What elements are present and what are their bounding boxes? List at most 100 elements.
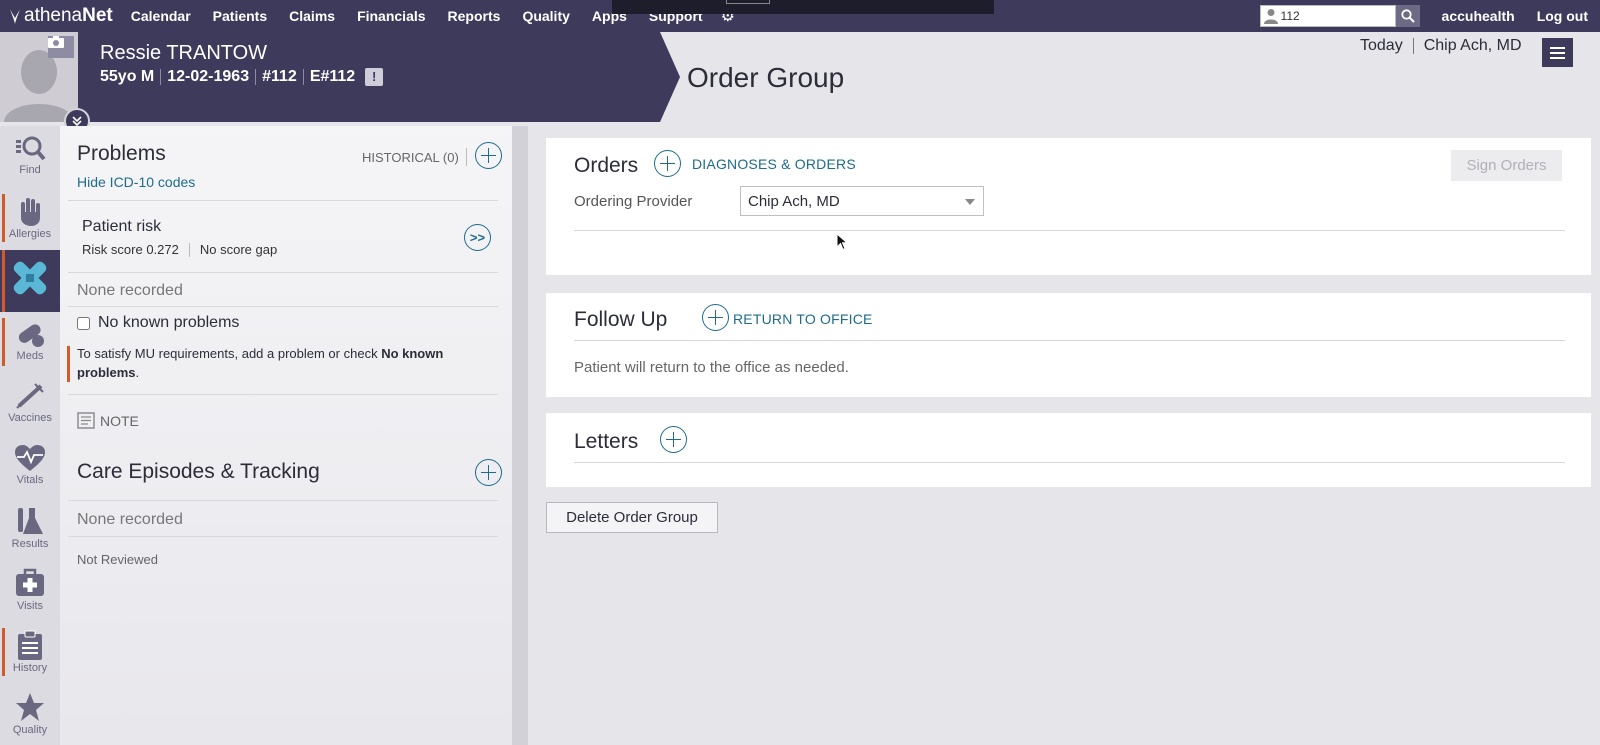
brand-athena: athena [24, 5, 83, 26]
search-button[interactable] [1395, 5, 1420, 27]
top-nav: athena Net Calendar Patients Claims Finan… [0, 0, 1600, 32]
overlay-bar [612, 0, 994, 14]
chart-sidebar: Find Allergies Meds Vaccines Vitals Resu… [0, 126, 60, 745]
no-known-problems[interactable]: No known problems [77, 314, 239, 332]
heart-pulse-icon [15, 445, 45, 471]
rail-find-label: Find [19, 164, 41, 176]
encounter-info: Today Chip Ach, MD [1360, 37, 1522, 55]
rail-visits-label: Visits [16, 600, 44, 612]
add-care-episode-icon[interactable] [475, 459, 502, 486]
care-episodes-title: Care Episodes & Tracking [77, 460, 320, 483]
rail-meds[interactable]: Meds [0, 312, 60, 374]
ordering-provider-value: Chip Ach, MD [748, 192, 840, 210]
delete-order-group-button[interactable]: Delete Order Group [546, 502, 718, 533]
rail-results[interactable]: Results [0, 498, 60, 560]
no-known-problems-checkbox[interactable] [77, 316, 90, 330]
sign-orders-button[interactable]: Sign Orders [1451, 150, 1562, 181]
camera-icon[interactable] [48, 36, 74, 58]
pill-icon [18, 324, 44, 347]
not-reviewed-status: Not Reviewed [77, 552, 158, 567]
nav-quality[interactable]: Quality [522, 8, 569, 24]
rail-find[interactable]: Find [0, 126, 60, 188]
caret-down-icon [965, 199, 975, 205]
star-icon [16, 693, 44, 721]
rail-vaccines[interactable]: Vaccines [0, 374, 60, 436]
avatar[interactable] [0, 32, 78, 122]
risk-score-value: 0.272 [146, 242, 179, 257]
follow-up-title: Follow Up [574, 308, 668, 331]
patient-name[interactable]: Ressie TRANTOW [100, 42, 267, 65]
logout-link[interactable]: Log out [1537, 8, 1588, 24]
problems-panel: Problems Hide ICD-10 codes HISTORICAL (0… [60, 126, 528, 745]
rail-history[interactable]: History [0, 622, 60, 684]
rail-problems[interactable] [0, 250, 60, 312]
patient-meta: 55yo M 12-02-1963 #112 E#112 ! [100, 68, 384, 86]
add-letter-icon[interactable] [660, 426, 687, 453]
rail-allergies[interactable]: Allergies [0, 188, 60, 250]
risk-score-label: Risk score [82, 242, 143, 257]
diagnoses-orders-link[interactable]: DIAGNOSES & ORDERS [692, 156, 856, 172]
note-icon [77, 412, 95, 429]
athenanet-logo[interactable]: athena Net [8, 0, 113, 32]
rail-allergies-label: Allergies [8, 228, 52, 240]
double-chevron-right-icon[interactable]: >> [464, 224, 491, 251]
mu-warning-bar [67, 346, 70, 382]
no-known-problems-label: No known problems [98, 314, 240, 331]
patient-age-sex: 55yo M [100, 68, 155, 85]
practice-name[interactable]: accuhealth [1442, 8, 1515, 24]
clipboard-icon [18, 630, 42, 660]
nav-patients[interactable]: Patients [213, 8, 267, 24]
risk-score-line: Risk score 0.272 No score gap [82, 242, 277, 257]
rail-results-label: Results [11, 538, 49, 550]
rail-quality[interactable]: Quality [0, 684, 60, 745]
patient-search[interactable] [1259, 5, 1396, 27]
historical-link[interactable]: HISTORICAL (0) [362, 150, 459, 165]
note-button[interactable]: NOTE [77, 412, 139, 429]
rail-meds-label: Meds [16, 350, 44, 362]
person-icon [1261, 6, 1281, 26]
alert-icon[interactable]: ! [365, 68, 384, 86]
add-problem-icon[interactable] [475, 142, 502, 169]
ordering-provider-select[interactable]: Chip Ach, MD [740, 186, 984, 216]
rail-vitals[interactable]: Vitals [0, 436, 60, 498]
patient-enterprise-id: E#112 [309, 68, 356, 85]
panel-divider[interactable] [512, 126, 528, 745]
mu-warning: To satisfy MU requirements, add a proble… [77, 344, 497, 382]
care-none-recorded: None recorded [77, 511, 183, 528]
nav-calendar[interactable]: Calendar [131, 8, 191, 24]
encounter-date: Today [1360, 37, 1403, 54]
add-follow-up-icon[interactable] [702, 304, 729, 331]
brand-net: Net [82, 5, 113, 26]
rail-vaccines-label: Vaccines [8, 412, 52, 424]
flask-icon [18, 508, 43, 534]
nav-claims[interactable]: Claims [289, 8, 335, 24]
hide-icd-link[interactable]: Hide ICD-10 codes [77, 174, 195, 190]
orders-title: Orders [574, 154, 639, 177]
nav-financials[interactable]: Financials [357, 8, 425, 24]
patient-id: #112 [262, 68, 297, 85]
page-title: Order Group [687, 62, 845, 93]
letters-card: Letters [546, 413, 1591, 487]
patient-risk-title: Patient risk [82, 218, 162, 235]
search-input[interactable] [1280, 9, 1389, 23]
add-order-icon[interactable] [654, 150, 681, 177]
rail-quality-label: Quality [12, 724, 48, 736]
find-icon [16, 136, 46, 161]
follow-up-text: Patient will return to the office as nee… [574, 359, 849, 376]
follow-up-card: Follow Up RETURN TO OFFICE Patient will … [546, 293, 1591, 397]
mu-text-a: To satisfy MU requirements, add a proble… [77, 346, 382, 361]
mouse-cursor-icon [836, 233, 848, 251]
risk-gap: No score gap [199, 242, 278, 257]
note-label: NOTE [100, 412, 139, 429]
encounter-provider: Chip Ach, MD [1423, 37, 1522, 54]
rail-visits[interactable]: Visits [0, 560, 60, 622]
hand-icon [21, 198, 40, 226]
patient-dob: 12-02-1963 [167, 68, 250, 85]
nav-reports[interactable]: Reports [448, 8, 501, 24]
mu-text-c: . [135, 365, 140, 380]
medical-bag-icon [16, 568, 44, 596]
letters-title: Letters [574, 430, 639, 453]
rail-vitals-label: Vitals [16, 474, 44, 486]
menu-button[interactable] [1542, 38, 1573, 67]
return-to-office-link[interactable]: RETURN TO OFFICE [733, 311, 873, 327]
